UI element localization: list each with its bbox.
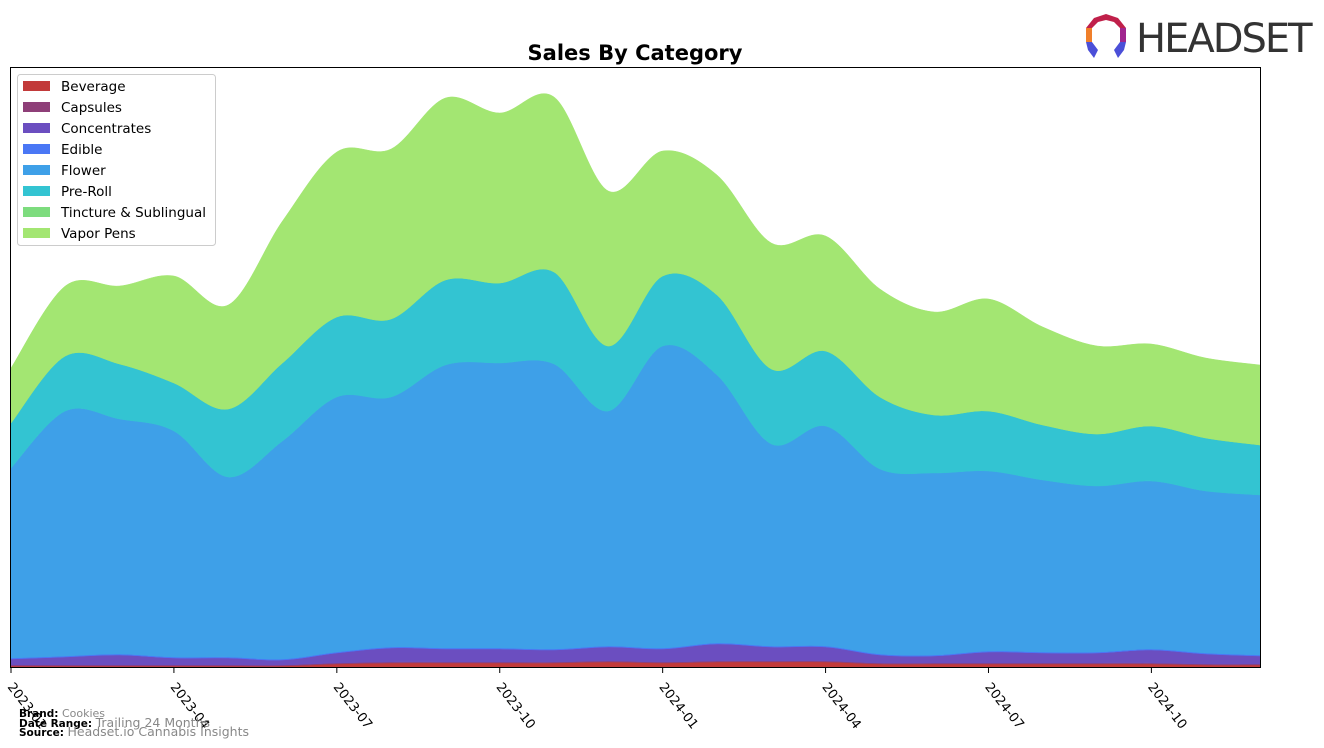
headset-logo: HEADSET [1084,12,1315,62]
legend-swatch [23,123,50,133]
x-tick-label: 2024-01 [656,680,701,732]
headset-logo-icon [1086,14,1126,58]
x-tick-label: 2024-07 [981,680,1026,732]
legend-label: Pre-Roll [61,184,112,200]
legend-label: Capsules [61,100,122,116]
legend: Beverage Capsules Concentrates Edible Flower… [17,74,216,246]
legend-swatch [23,186,50,196]
legend-label: Concentrates [61,121,151,137]
legend-label: Beverage [61,79,126,95]
legend-label: Flower [61,163,106,179]
source-value: Headset.io Cannabis Insights [67,724,249,739]
x-tick-label: 2024-10 [1144,680,1189,732]
legend-label: Tincture & Sublingual [60,205,206,221]
legend-swatch [23,228,50,238]
legend-swatch [23,207,50,217]
legend-swatch [23,81,50,91]
sales-by-category-chart: Sales By Category 2023-01 2023-04 2023-07 2… [4,41,1261,732]
legend-swatch [23,102,50,112]
source-label: Source: [19,727,64,739]
headset-logo-text: HEADSET [1136,16,1313,62]
footer-source: Source: Headset.io Cannabis Insights [19,724,249,739]
legend-label: Vapor Pens [61,226,136,242]
x-tick-label: 2023-07 [330,680,375,732]
legend-label: Edible [61,142,102,158]
x-tick-label: 2023-10 [493,680,538,732]
legend-swatch [23,165,50,175]
x-tick-label: 2024-04 [818,680,863,732]
chart-title: Sales By Category [528,41,743,65]
legend-swatch [23,144,50,154]
